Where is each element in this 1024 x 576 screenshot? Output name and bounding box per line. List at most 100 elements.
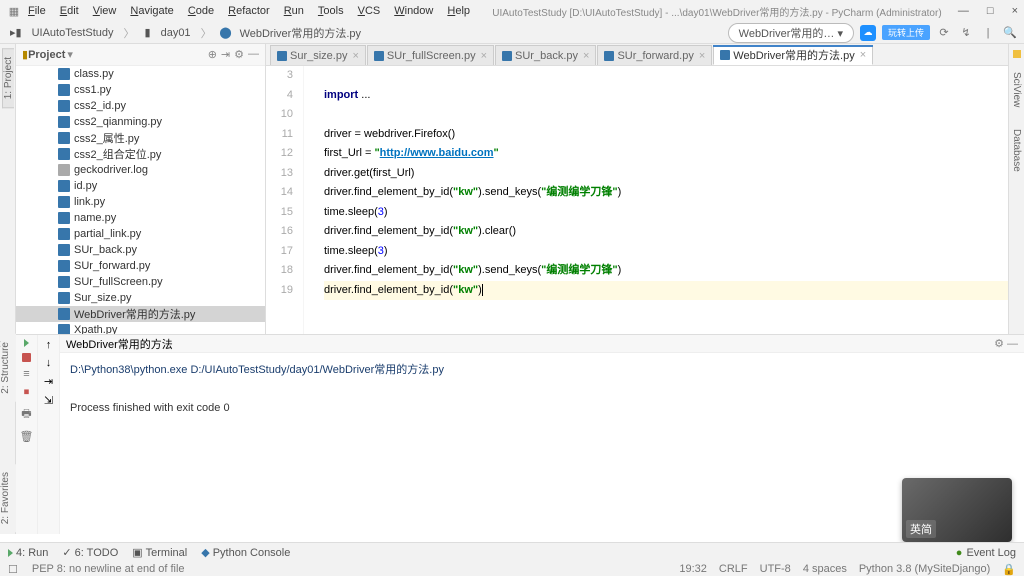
close-icon[interactable]: × xyxy=(352,50,358,62)
menu-code[interactable]: Code xyxy=(182,3,220,19)
indent[interactable]: 4 spaces xyxy=(803,563,847,576)
code-line[interactable]: time.sleep(3) xyxy=(324,203,1008,223)
code-line[interactable]: driver.find_element_by_id("kw").clear() xyxy=(324,222,1008,242)
close-icon[interactable]: × xyxy=(481,50,487,62)
tree-item[interactable]: name.py xyxy=(16,210,265,226)
close-icon[interactable]: × xyxy=(699,50,705,62)
editor-tab[interactable]: SUr_back.py× xyxy=(495,45,596,65)
crumb-file[interactable]: WebDriver常用的方法.py xyxy=(236,24,365,42)
editor-tab[interactable]: SUr_forward.py× xyxy=(597,45,712,65)
tree-item[interactable]: geckodriver.log xyxy=(16,162,265,178)
run-config-selector[interactable]: WebDriver常用的… ▾ xyxy=(728,23,854,43)
editor-tab[interactable]: SUr_fullScreen.py× xyxy=(367,45,494,65)
gear-icon[interactable]: ⚙ — xyxy=(994,337,1018,350)
menu-help[interactable]: Help xyxy=(441,3,476,19)
tab-database[interactable]: Database xyxy=(1011,121,1022,180)
code-line[interactable]: driver.find_element_by_id("kw") xyxy=(324,281,1008,301)
menu-window[interactable]: Window xyxy=(388,3,439,19)
tree-item[interactable]: SUr_fullScreen.py xyxy=(16,274,265,290)
target-icon[interactable]: ⊕ xyxy=(208,48,217,61)
menu-navigate[interactable]: Navigate xyxy=(124,3,179,19)
up-icon[interactable]: ↑ xyxy=(46,339,52,351)
line-sep[interactable]: CRLF xyxy=(719,563,748,576)
tree-item[interactable]: css2_属性.py xyxy=(16,130,265,146)
code-line[interactable]: driver.find_element_by_id("kw").send_key… xyxy=(324,183,1008,203)
search-icon[interactable]: 🔍 xyxy=(1002,25,1018,41)
code-line[interactable] xyxy=(324,105,1008,125)
code-line[interactable] xyxy=(324,66,1008,86)
project-title[interactable]: Project xyxy=(28,49,65,61)
sync-icon[interactable]: ⟳ xyxy=(936,25,952,41)
chevron-down-icon[interactable]: ▾ xyxy=(67,48,73,61)
code-line[interactable]: import ... xyxy=(324,86,1008,106)
tree-item[interactable]: Xpath.py xyxy=(16,322,265,334)
code-editor[interactable]: 3410111213141516171819 import ... driver… xyxy=(266,66,1008,334)
hide-icon[interactable]: — xyxy=(248,48,259,61)
code-line[interactable]: driver.get(first_Url) xyxy=(324,164,1008,184)
history-icon[interactable]: ≡ xyxy=(23,368,29,380)
tab-structure[interactable]: 2: Structure xyxy=(0,334,16,402)
tool-run[interactable]: 4: Run xyxy=(8,547,48,559)
interpreter[interactable]: Python 3.8 (MySiteDjango) xyxy=(859,563,990,576)
menu-refactor[interactable]: Refactor xyxy=(222,3,276,19)
menu-vcs[interactable]: VCS xyxy=(352,3,387,19)
tree-item[interactable]: Sur_size.py xyxy=(16,290,265,306)
run-config-name[interactable]: WebDriver常用的方法 xyxy=(66,336,173,352)
wrap-icon[interactable]: ⇥ xyxy=(44,375,53,388)
down-icon[interactable]: ↓ xyxy=(46,357,52,369)
editor-tab[interactable]: WebDriver常用的方法.py× xyxy=(713,45,873,65)
print-icon[interactable]: 🖶 xyxy=(21,405,31,424)
tab-sciview[interactable]: SciView xyxy=(1011,64,1022,115)
inspection-indicator[interactable] xyxy=(1013,50,1021,58)
tree-item[interactable]: css1.py xyxy=(16,82,265,98)
collapse-icon[interactable]: ⇥ xyxy=(221,48,230,61)
game-overlay[interactable]: 英简 xyxy=(902,478,1012,542)
code-line[interactable]: time.sleep(3) xyxy=(324,242,1008,262)
code-body[interactable]: import ... driver = webdriver.Firefox() … xyxy=(304,66,1008,334)
stop-icon[interactable] xyxy=(22,353,31,362)
rerun-icon[interactable] xyxy=(24,339,29,347)
tree-item[interactable]: css2_qianming.py xyxy=(16,114,265,130)
trash-icon[interactable]: 🗑 xyxy=(20,430,34,443)
tree-item[interactable]: class.py xyxy=(16,66,265,82)
tree-item[interactable]: link.py xyxy=(16,194,265,210)
tab-project[interactable]: 1: Project xyxy=(2,48,14,108)
menu-view[interactable]: View xyxy=(87,3,123,19)
stepper-icon[interactable]: ↯ xyxy=(958,25,974,41)
code-line[interactable]: driver = webdriver.Firefox() xyxy=(324,125,1008,145)
menu-run[interactable]: Run xyxy=(278,3,310,19)
tool-terminal[interactable]: ▣Terminal xyxy=(132,546,187,559)
tree-item[interactable]: css2_组合定位.py xyxy=(16,146,265,162)
maximize-button[interactable]: □ xyxy=(987,5,994,17)
close-button[interactable]: × xyxy=(1012,5,1018,17)
lock-icon[interactable]: 🔒 xyxy=(1002,563,1016,576)
minimize-button[interactable]: — xyxy=(958,5,969,17)
tree-item[interactable]: css2_id.py xyxy=(16,98,265,114)
code-line[interactable]: driver.find_element_by_id("kw").send_key… xyxy=(324,261,1008,281)
jump-icon[interactable]: ⏹ xyxy=(24,386,30,399)
gear-icon[interactable]: ⚙ xyxy=(234,48,244,61)
close-icon[interactable]: × xyxy=(860,49,866,61)
code-line[interactable]: first_Url = "http://www.baidu.com" xyxy=(324,144,1008,164)
tree-item[interactable]: WebDriver常用的方法.py xyxy=(16,306,265,322)
cloud-sync-icon[interactable]: ☁ xyxy=(860,25,876,41)
tree-item[interactable]: SUr_back.py xyxy=(16,242,265,258)
tool-python-console[interactable]: ◆Python Console xyxy=(201,546,290,559)
encoding[interactable]: UTF-8 xyxy=(760,563,791,576)
tree-item[interactable]: partial_link.py xyxy=(16,226,265,242)
editor-tab[interactable]: Sur_size.py× xyxy=(270,45,366,65)
project-tree[interactable]: class.pycss1.pycss2_id.pycss2_qianming.p… xyxy=(16,66,265,334)
cursor-position[interactable]: 19:32 xyxy=(679,563,707,576)
menu-file[interactable]: File xyxy=(22,3,52,19)
scroll-icon[interactable]: ⇲ xyxy=(44,394,53,407)
tool-todo[interactable]: ✓6: TODO xyxy=(62,546,118,559)
tool-event-log[interactable]: ●Event Log xyxy=(956,547,1016,559)
menu-edit[interactable]: Edit xyxy=(54,3,85,19)
console-output[interactable]: D:\Python38\python.exe D:/UIAutoTestStud… xyxy=(60,353,1024,534)
crumb-folder[interactable]: day01 xyxy=(157,26,195,40)
close-icon[interactable]: × xyxy=(583,50,589,62)
upload-chip[interactable]: 玩转上传 xyxy=(882,25,930,40)
crumb-project[interactable]: UIAutoTestStudy xyxy=(28,26,118,40)
tab-favorites[interactable]: 2: Favorites xyxy=(0,464,16,532)
tree-item[interactable]: id.py xyxy=(16,178,265,194)
